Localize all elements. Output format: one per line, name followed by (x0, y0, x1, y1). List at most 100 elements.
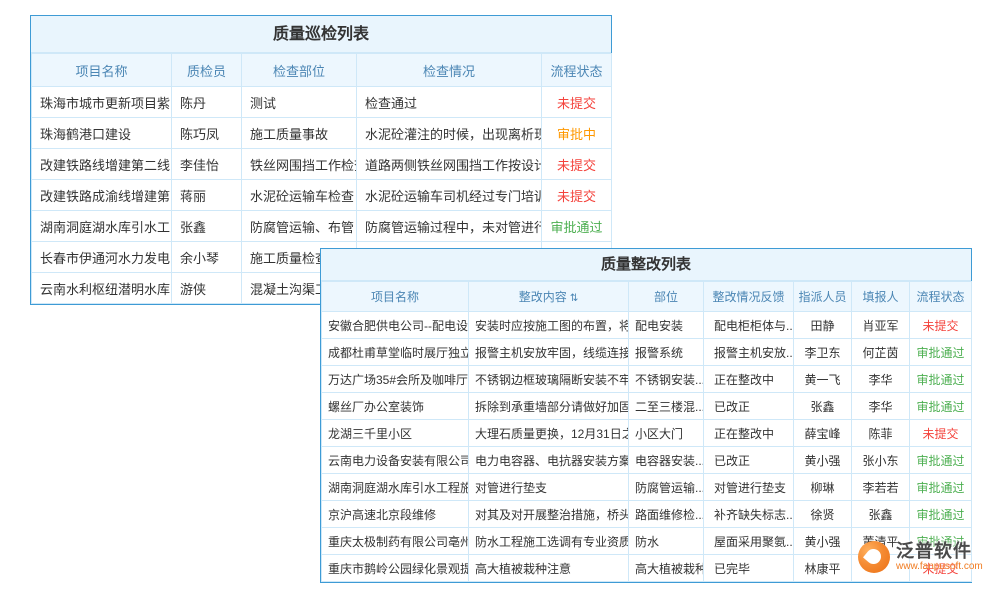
column-label: 检查部位 (273, 64, 325, 79)
cell-project[interactable]: 螺丝厂办公室装饰 (322, 393, 469, 420)
cell-project[interactable]: 重庆市鹅岭公园绿化景观提升... (322, 555, 469, 582)
table-row: 成都杜甫草堂临时展厅独立展...报警主机安放牢固，线缆连接...报警系统报警主机… (322, 339, 972, 366)
cell-feedback: 正在整改中 (704, 420, 794, 447)
rectification-panel-title: 质量整改列表 (321, 249, 971, 281)
table-row: 珠海鹤港口建设陈巧凤施工质量事故水泥砼灌注的时候，出现离析现象审批中 (32, 118, 612, 149)
cell-inspector: 陈丹 (172, 87, 242, 118)
logo-website-url: www.fanpusoft.com (896, 561, 983, 572)
cell-project[interactable]: 珠海市城市更新项目紫... (32, 87, 172, 118)
table-row: 云南电力设备安装有限公司20...电力电容器、电抗器安装方案...电容器安装..… (322, 447, 972, 474)
column-header-assignee: 指派人员 (794, 282, 852, 312)
cell-part: 铁丝网围挡工作检查 (242, 149, 357, 180)
cell-assignee: 田静 (794, 312, 852, 339)
logo-brand-name: 泛普软件 (896, 542, 983, 562)
cell-content: 不锈钢边框玻璃隔断安装不牢... (469, 366, 629, 393)
cell-feedback: 已改正 (704, 393, 794, 420)
fanpu-logo-text: 泛普软件 www.fanpusoft.com (896, 542, 983, 573)
cell-project[interactable]: 龙湖三千里小区 (322, 420, 469, 447)
table-row: 改建铁路线增建第二线...李佳怡铁丝网围挡工作检查道路两侧铁丝网围挡工作按设计.… (32, 149, 612, 180)
cell-assignee: 柳琳 (794, 474, 852, 501)
cell-project[interactable]: 安徽合肥供电公司--配电设备... (322, 312, 469, 339)
header-row: 项目名称 整改内容⇅ 部位 整改情况反馈指派人员填报人 流程状态 (322, 282, 972, 312)
sort-icon[interactable]: ⇅ (570, 293, 578, 304)
cell-content: 报警主机安放牢固，线缆连接... (469, 339, 629, 366)
table-row: 螺丝厂办公室装饰拆除到承重墙部分请做好加固...二至三楼混...已改正张鑫李华审… (322, 393, 972, 420)
cell-part: 高大植被栽种 (629, 555, 704, 582)
cell-project[interactable]: 京沪高速北京段维修 (322, 501, 469, 528)
cell-reporter: 李华 (852, 366, 910, 393)
quality-rectification-table: 项目名称 整改内容⇅ 部位 整改情况反馈指派人员填报人 流程状态安徽合肥供电公司--配电… (321, 281, 972, 582)
column-label: 质检员 (187, 64, 226, 79)
cell-inspector: 蒋丽 (172, 180, 242, 211)
cell-situation: 防腐管运输过程中，未对管进行... (357, 211, 542, 242)
column-label: 流程状态 (550, 64, 602, 79)
cell-part: 防水 (629, 528, 704, 555)
cell-reporter: 陈菲 (852, 420, 910, 447)
cell-status: 审批通过 (910, 393, 972, 420)
cell-project[interactable]: 重庆太极制药有限公司亳州中... (322, 528, 469, 555)
column-label: 部位 (654, 290, 678, 304)
cell-project[interactable]: 改建铁路线增建第二线... (32, 149, 172, 180)
cell-part: 报警系统 (629, 339, 704, 366)
cell-content: 拆除到承重墙部分请做好加固... (469, 393, 629, 420)
header-row: 项目名称质检员检查部位检查情况流程状态 (32, 54, 612, 87)
cell-assignee: 李卫东 (794, 339, 852, 366)
cell-project[interactable]: 云南电力设备安装有限公司20... (322, 447, 469, 474)
cell-part: 施工质量事故 (242, 118, 357, 149)
column-header-project: 项目名称 (322, 282, 469, 312)
cell-status: 审批通过 (910, 501, 972, 528)
cell-reporter: 张小东 (852, 447, 910, 474)
table-row: 京沪高速北京段维修对其及对开展整治措施，桥头...路面维修检...补齐缺失标志.… (322, 501, 972, 528)
fanpu-logo: 泛普软件 www.fanpusoft.com (858, 541, 983, 573)
column-header-part: 部位 (629, 282, 704, 312)
cell-situation: 检查通过 (357, 87, 542, 118)
column-header-project: 项目名称 (32, 54, 172, 87)
cell-feedback: 已改正 (704, 447, 794, 474)
cell-status: 审批中 (542, 118, 612, 149)
cell-assignee: 张鑫 (794, 393, 852, 420)
cell-assignee: 林康平 (794, 555, 852, 582)
cell-status: 未提交 (910, 312, 972, 339)
cell-content: 对其及对开展整治措施，桥头... (469, 501, 629, 528)
column-label: 整改内容 (519, 290, 567, 304)
cell-part: 电容器安装... (629, 447, 704, 474)
cell-status: 审批通过 (910, 366, 972, 393)
cell-situation: 水泥砼灌注的时候，出现离析现象 (357, 118, 542, 149)
cell-project[interactable]: 成都杜甫草堂临时展厅独立展... (322, 339, 469, 366)
cell-project[interactable]: 改建铁路成渝线增建第... (32, 180, 172, 211)
cell-inspector: 李佳怡 (172, 149, 242, 180)
column-label: 流程状态 (916, 290, 964, 304)
cell-part: 防腐管运输、布管 (242, 211, 357, 242)
cell-part: 测试 (242, 87, 357, 118)
cell-inspector: 余小琴 (172, 242, 242, 273)
cell-content: 安装时应按施工图的布置，将... (469, 312, 629, 339)
cell-reporter: 肖亚军 (852, 312, 910, 339)
cell-inspector: 陈巧凤 (172, 118, 242, 149)
cell-assignee: 黄小强 (794, 447, 852, 474)
cell-project[interactable]: 湖南洞庭湖水库引水工程施工W... (322, 474, 469, 501)
column-header-feedback: 整改情况反馈 (704, 282, 794, 312)
cell-feedback: 报警主机安放... (704, 339, 794, 366)
cell-status: 未提交 (542, 149, 612, 180)
table-row: 湖南洞庭湖水库引水工程施工W...对管进行垫支防腐管运输...对管进行垫支柳琳李… (322, 474, 972, 501)
cell-status: 审批通过 (542, 211, 612, 242)
cell-project[interactable]: 长春市伊通河水力发电... (32, 242, 172, 273)
column-label: 填报人 (862, 290, 898, 304)
table-row: 湖南洞庭湖水库引水工...张鑫防腐管运输、布管防腐管运输过程中，未对管进行...… (32, 211, 612, 242)
cell-feedback: 屋面采用聚氨... (704, 528, 794, 555)
cell-feedback: 补齐缺失标志... (704, 501, 794, 528)
column-header-inspector: 质检员 (172, 54, 242, 87)
column-header-status: 流程状态 (542, 54, 612, 87)
cell-project[interactable]: 珠海鹤港口建设 (32, 118, 172, 149)
cell-content: 对管进行垫支 (469, 474, 629, 501)
cell-project[interactable]: 万达广场35#会所及咖啡厅空... (322, 366, 469, 393)
cell-project[interactable]: 云南水利枢纽潜明水库... (32, 273, 172, 304)
cell-assignee: 黄一飞 (794, 366, 852, 393)
column-header-status: 流程状态 (910, 282, 972, 312)
fanpu-logo-icon (858, 541, 890, 573)
cell-status: 未提交 (542, 180, 612, 211)
column-label: 项目名称 (371, 290, 419, 304)
cell-project[interactable]: 湖南洞庭湖水库引水工... (32, 211, 172, 242)
column-header-content[interactable]: 整改内容⇅ (469, 282, 629, 312)
cell-content: 电力电容器、电抗器安装方案... (469, 447, 629, 474)
